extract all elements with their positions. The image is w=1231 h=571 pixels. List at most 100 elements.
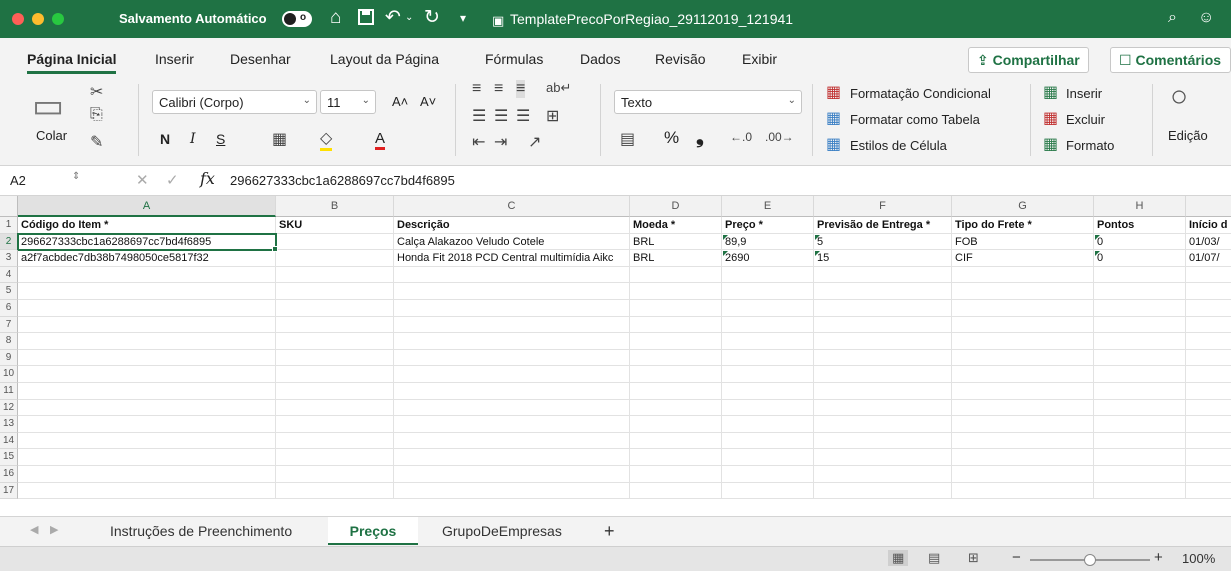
cut-icon[interactable]: ✂ bbox=[90, 82, 103, 102]
table-cell[interactable] bbox=[722, 466, 814, 483]
document-title[interactable]: TemplatePrecoPorRegiao_29112019_121941 bbox=[510, 11, 793, 27]
table-cell[interactable] bbox=[276, 383, 394, 400]
row-header-16[interactable]: 16 bbox=[0, 466, 18, 483]
table-cell[interactable] bbox=[276, 416, 394, 433]
zoom-level[interactable]: 100% bbox=[1182, 551, 1215, 566]
table-cell[interactable] bbox=[630, 416, 722, 433]
decrease-decimal-icon[interactable]: .00→ bbox=[765, 130, 794, 144]
bold-button[interactable]: N bbox=[160, 131, 170, 147]
redo-icon[interactable]: ↻ bbox=[424, 6, 440, 30]
table-cell[interactable] bbox=[630, 266, 722, 284]
table-cell[interactable] bbox=[722, 333, 814, 350]
borders-icon[interactable]: ▦ bbox=[272, 129, 287, 149]
shrink-font-button[interactable]: A˅ bbox=[420, 94, 436, 109]
grow-font-button[interactable]: A˄ bbox=[392, 94, 408, 109]
table-cell[interactable] bbox=[814, 349, 952, 367]
table-cell[interactable] bbox=[18, 399, 276, 417]
select-all-corner[interactable] bbox=[0, 196, 18, 217]
table-cell[interactable] bbox=[814, 266, 952, 284]
align-top-icon[interactable]: ≡ bbox=[472, 80, 481, 98]
format-table-button[interactable]: Formatar como Tabela bbox=[850, 112, 980, 127]
table-cell[interactable]: a2f7acbdec7db38b7498050ce5817f32 bbox=[18, 250, 276, 267]
table-cell[interactable] bbox=[722, 366, 814, 383]
table-cell[interactable] bbox=[722, 266, 814, 284]
column-header-i[interactable] bbox=[1186, 196, 1231, 217]
table-cell[interactable] bbox=[1094, 266, 1186, 284]
copy-icon[interactable]: ⎘ bbox=[90, 106, 103, 124]
table-cell[interactable] bbox=[394, 383, 630, 400]
table-cell[interactable] bbox=[952, 399, 1094, 417]
table-cell[interactable]: 01/03/ bbox=[1186, 234, 1231, 251]
table-cell[interactable] bbox=[18, 316, 276, 334]
row-header-1[interactable]: 1 bbox=[0, 217, 18, 234]
error-indicator-icon[interactable] bbox=[723, 251, 728, 257]
autosave-toggle[interactable]: o bbox=[282, 11, 312, 27]
table-cell[interactable] bbox=[630, 466, 722, 483]
table-cell[interactable] bbox=[276, 250, 394, 267]
table-cell[interactable] bbox=[952, 300, 1094, 317]
table-cell[interactable] bbox=[276, 233, 394, 251]
delete-cells-button[interactable]: Excluir bbox=[1066, 112, 1105, 127]
table-cell[interactable] bbox=[630, 432, 722, 450]
table-cell[interactable] bbox=[814, 366, 952, 383]
column-header-d[interactable]: D bbox=[630, 196, 722, 217]
minimize-window-button[interactable] bbox=[32, 13, 44, 25]
table-cell[interactable] bbox=[18, 366, 276, 383]
spreadsheet-grid[interactable]: A B C D E F G H 1 Código do Item * SKU Descrição Moe… bbox=[0, 196, 1231, 516]
table-cell[interactable] bbox=[814, 283, 952, 300]
table-cell[interactable] bbox=[1094, 416, 1186, 433]
table-cell[interactable] bbox=[1186, 433, 1231, 450]
close-window-button[interactable] bbox=[12, 13, 24, 25]
enter-icon[interactable]: ✓ bbox=[166, 171, 179, 189]
cell-styles-icon[interactable]: ▦ bbox=[826, 134, 841, 154]
orientation-icon[interactable]: ↗ bbox=[528, 132, 541, 152]
table-cell[interactable] bbox=[722, 283, 814, 300]
add-sheet-button[interactable]: + bbox=[592, 517, 627, 545]
format-cells-icon[interactable]: ▦ bbox=[1043, 134, 1058, 154]
save-icon[interactable] bbox=[358, 8, 374, 32]
table-cell[interactable] bbox=[1186, 383, 1231, 400]
table-cell[interactable] bbox=[276, 283, 394, 300]
delete-cells-icon[interactable]: ▦ bbox=[1043, 108, 1058, 128]
table-cell[interactable]: BRL bbox=[630, 233, 722, 251]
table-cell[interactable] bbox=[394, 266, 630, 284]
row-header-10[interactable]: 10 bbox=[0, 366, 18, 383]
table-cell[interactable] bbox=[630, 399, 722, 417]
row-header-3[interactable]: 3 bbox=[0, 250, 18, 267]
tab-revisao[interactable]: Revisão bbox=[655, 51, 706, 67]
table-cell[interactable] bbox=[814, 399, 952, 417]
table-cell[interactable]: 2690 bbox=[722, 250, 814, 267]
undo-icon[interactable]: ↶ bbox=[385, 6, 401, 30]
row-header-7[interactable]: 7 bbox=[0, 316, 18, 334]
table-cell[interactable] bbox=[814, 449, 952, 466]
row-header-13[interactable]: 13 bbox=[0, 416, 18, 433]
italic-button[interactable]: I bbox=[190, 131, 196, 147]
table-cell[interactable]: 296627333cbc1a6288697cc7bd4f6895 bbox=[17, 232, 277, 252]
row-header-12[interactable]: 12 bbox=[0, 399, 18, 417]
page-break-view-icon[interactable]: ⊞ bbox=[968, 550, 979, 566]
home-icon[interactable]: ⌂ bbox=[330, 6, 341, 30]
row-header-9[interactable]: 9 bbox=[0, 349, 18, 367]
table-cell[interactable] bbox=[1186, 283, 1231, 300]
table-cell[interactable] bbox=[394, 416, 630, 433]
name-box-stepper-icon[interactable]: ⇕ bbox=[72, 171, 80, 182]
table-cell[interactable] bbox=[394, 449, 630, 466]
row-header-6[interactable]: 6 bbox=[0, 300, 18, 317]
table-cell[interactable] bbox=[814, 300, 952, 317]
table-cell[interactable] bbox=[1186, 300, 1231, 317]
table-cell[interactable] bbox=[1094, 482, 1186, 500]
table-cell[interactable] bbox=[1186, 483, 1231, 500]
page-layout-view-icon[interactable]: ▤ bbox=[928, 550, 940, 566]
conditional-format-button[interactable]: Formatação Condicional bbox=[850, 86, 991, 101]
table-cell[interactable] bbox=[1094, 283, 1186, 300]
table-cell[interactable] bbox=[814, 416, 952, 433]
error-indicator-icon[interactable] bbox=[1095, 234, 1100, 240]
table-cell[interactable] bbox=[394, 283, 630, 300]
row-header-15[interactable]: 15 bbox=[0, 449, 18, 466]
zoom-slider[interactable] bbox=[1030, 554, 1150, 566]
header-cell[interactable]: Previsão de Entrega * bbox=[814, 217, 952, 234]
zoom-slider-knob[interactable] bbox=[1084, 554, 1096, 566]
row-header-17[interactable]: 17 bbox=[0, 482, 18, 500]
insert-cells-icon[interactable]: ▦ bbox=[1043, 82, 1058, 102]
table-cell[interactable] bbox=[276, 333, 394, 350]
